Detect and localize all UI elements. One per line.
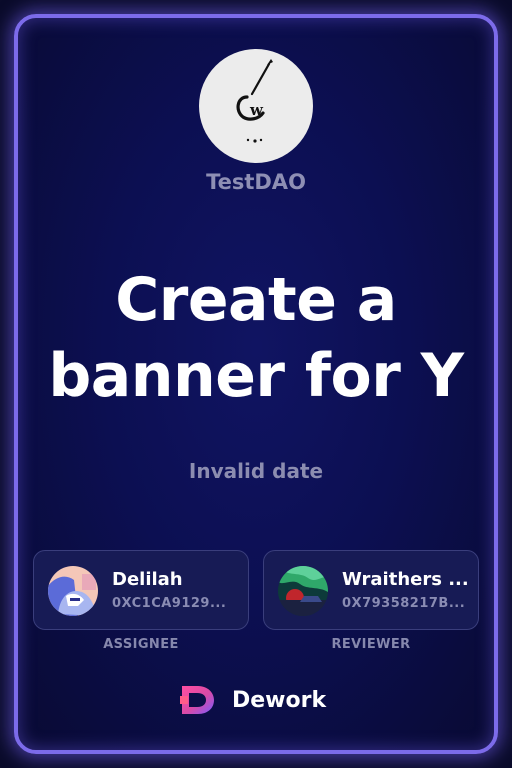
assignee-avatar [48,566,98,616]
assignee-address: 0XC1CA9129... [112,596,227,611]
brush-w-logo-icon: w [236,59,273,143]
reviewer-avatar [278,566,328,616]
dework-brand[interactable]: Dework [178,680,348,720]
reviewer-role-label: REVIEWER [331,637,411,652]
task-date: Invalid date [188,459,324,483]
dework-logo-icon [180,686,214,714]
reviewer-address: 0X79358217B... [342,596,466,611]
svg-text:w: w [249,101,264,119]
dao-name: TestDAO [206,170,306,194]
task-title-line-1: Create a [115,265,397,335]
assignee-role-label: ASSIGNEE [103,637,179,652]
dao-logo: w [199,49,313,163]
assignee-name: Delilah [112,569,183,590]
reviewer-card[interactable]: Wraithers ... 0X79358217B... [263,550,479,630]
dework-name: Dework [232,688,327,713]
assignee-card[interactable]: Delilah 0XC1CA9129... [33,550,249,630]
reviewer-name: Wraithers ... [342,569,469,590]
task-title-line-2: banner for Y [48,341,464,411]
task-title: Create a banner for Y [0,262,512,414]
